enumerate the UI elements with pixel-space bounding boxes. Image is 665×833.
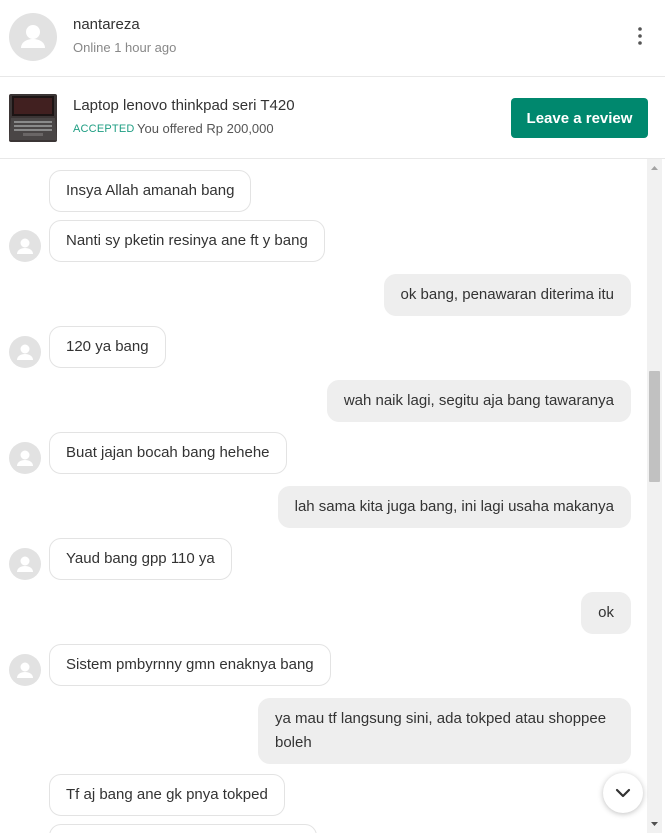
message-incoming: 120 ya bang <box>49 326 166 368</box>
message-outgoing: ya mau tf langsung sini, ada tokped atau… <box>258 698 631 764</box>
message-outgoing: lah sama kita juga bang, ini lagi usaha … <box>277 486 631 528</box>
chat-scrollbar[interactable] <box>647 159 662 833</box>
message-incoming-partial <box>49 824 317 833</box>
chat-header: nantareza Online 1 hour ago <box>0 0 665 77</box>
message-incoming: Insya Allah amanah bang <box>49 170 252 212</box>
message-incoming: Tf aj bang ane gk pnya tokped <box>49 774 285 816</box>
scroll-up-arrow-icon[interactable] <box>647 161 662 176</box>
more-options-icon[interactable] <box>628 24 652 48</box>
message-incoming: Yaud bang gpp 110 ya <box>49 538 232 580</box>
chevron-down-icon <box>615 788 631 798</box>
scrollbar-thumb[interactable] <box>649 371 660 482</box>
sender-avatar-icon <box>9 654 41 686</box>
sender-avatar-icon <box>9 548 41 580</box>
product-title[interactable]: Laptop lenovo thinkpad seri T420 <box>73 97 295 114</box>
message-outgoing: wah naik lagi, segitu aja bang tawaranya <box>326 380 631 422</box>
product-offer-bar: Laptop lenovo thinkpad seri T420 ACCEPTE… <box>0 78 665 159</box>
username[interactable]: nantareza <box>73 16 140 33</box>
online-status: Online 1 hour ago <box>73 40 177 55</box>
chat-messages[interactable]: Insya Allah amanah bang Nanti sy pketin … <box>0 159 665 833</box>
message-incoming: Sistem pmbyrnny gmn enaknya bang <box>49 644 331 686</box>
sender-avatar-icon <box>9 230 41 262</box>
message-incoming: Buat jajan bocah bang hehehe <box>49 432 287 474</box>
accepted-badge: ACCEPTED <box>73 123 135 135</box>
product-thumbnail[interactable] <box>9 94 57 142</box>
scroll-to-bottom-button[interactable] <box>603 773 643 813</box>
sender-avatar-icon <box>9 336 41 368</box>
user-avatar-icon[interactable] <box>9 13 57 61</box>
message-outgoing: ok <box>581 592 631 634</box>
message-outgoing: ok bang, penawaran diterima itu <box>383 274 631 316</box>
message-incoming: Nanti sy pketin resinya ane ft y bang <box>49 220 325 262</box>
sender-avatar-icon <box>9 442 41 474</box>
offer-amount: You offered Rp 200,000 <box>137 121 274 136</box>
leave-review-button[interactable]: Leave a review <box>511 98 648 138</box>
scroll-down-arrow-icon[interactable] <box>647 816 662 831</box>
